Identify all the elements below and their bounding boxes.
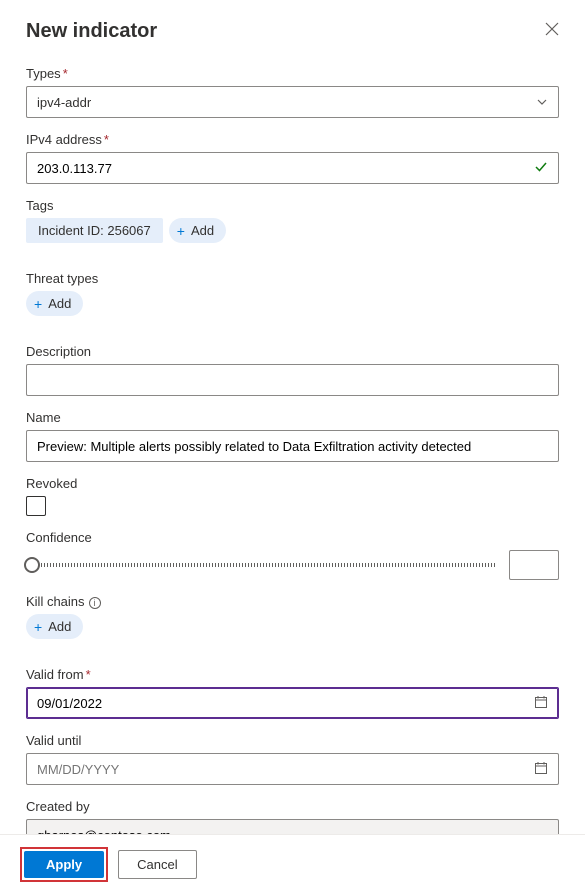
kill-chains-label: Kill chainsi xyxy=(26,594,559,609)
check-icon xyxy=(534,160,548,177)
footer: Apply Cancel xyxy=(0,834,585,894)
created-by-input xyxy=(26,819,559,834)
tag-chip[interactable]: Incident ID: 256067 xyxy=(26,218,163,243)
name-input[interactable] xyxy=(26,430,559,462)
valid-until-field[interactable] xyxy=(37,762,534,777)
slider-thumb[interactable] xyxy=(24,557,40,573)
valid-until-label: Valid until xyxy=(26,733,559,748)
confidence-slider[interactable] xyxy=(26,563,497,567)
cancel-button[interactable]: Cancel xyxy=(118,850,196,879)
threat-types-add-button[interactable]: +Add xyxy=(26,291,83,316)
plus-icon: + xyxy=(34,620,42,634)
plus-icon: + xyxy=(177,224,185,238)
valid-until-input[interactable] xyxy=(26,753,559,785)
ipv4-input[interactable] xyxy=(26,152,559,184)
tags-add-button[interactable]: +Add xyxy=(169,218,226,243)
created-by-label: Created by xyxy=(26,799,559,814)
revoked-label: Revoked xyxy=(26,476,559,491)
threat-types-label: Threat types xyxy=(26,271,559,286)
apply-highlight: Apply xyxy=(20,847,108,882)
types-value: ipv4-addr xyxy=(37,95,91,110)
revoked-checkbox[interactable] xyxy=(26,496,46,516)
chevron-down-icon xyxy=(536,96,548,108)
calendar-icon[interactable] xyxy=(534,761,548,778)
tags-label: Tags xyxy=(26,198,559,213)
description-field[interactable] xyxy=(37,373,548,388)
close-icon[interactable] xyxy=(541,18,563,45)
kill-chains-add-button[interactable]: +Add xyxy=(26,614,83,639)
form-scroll-area[interactable]: Types* ipv4-addr IPv4 address* Tags Inci… xyxy=(0,56,585,834)
apply-button[interactable]: Apply xyxy=(24,851,104,878)
panel-title: New indicator xyxy=(26,20,157,43)
ipv4-label: IPv4 address* xyxy=(26,132,559,147)
types-label: Types* xyxy=(26,66,559,81)
name-label: Name xyxy=(26,410,559,425)
confidence-value-input[interactable] xyxy=(509,550,559,580)
description-input[interactable] xyxy=(26,364,559,396)
valid-from-label: Valid from* xyxy=(26,667,559,682)
types-dropdown[interactable]: ipv4-addr xyxy=(26,86,559,118)
calendar-icon[interactable] xyxy=(534,695,548,712)
ipv4-input-field[interactable] xyxy=(37,161,534,176)
description-label: Description xyxy=(26,344,559,359)
name-field[interactable] xyxy=(37,439,548,454)
valid-from-input[interactable] xyxy=(26,687,559,719)
confidence-label: Confidence xyxy=(26,530,559,545)
plus-icon: + xyxy=(34,297,42,311)
valid-from-field[interactable] xyxy=(37,696,534,711)
info-icon[interactable]: i xyxy=(89,597,101,609)
